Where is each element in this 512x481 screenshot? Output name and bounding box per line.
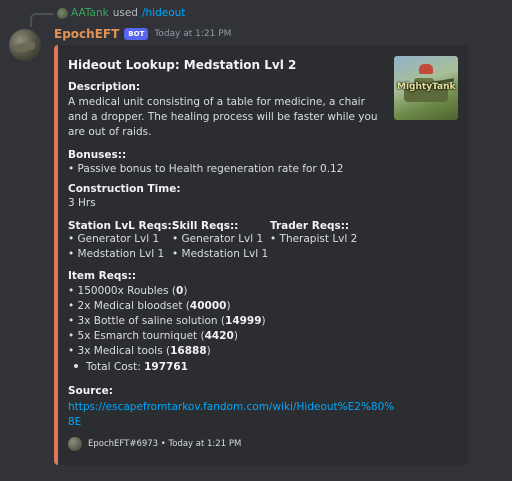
item-req-name: • 2x Medical bloodset ( [68,300,190,312]
footer-avatar-icon [68,437,82,451]
item-req-name: • 3x Medical tools ( [68,345,171,357]
reply-avatar[interactable] [57,7,68,19]
skill-req-item: • Medstation Lvl 1 [172,248,269,260]
item-req-row: • 2x Medical bloodset (40000) [68,299,266,314]
item-req-cost: 16888 [170,345,207,357]
item-req-close: ) [183,285,188,297]
item-req-row: • 150000x Roubles (0) [68,284,266,299]
item-req-close: ) [206,345,211,357]
item-req-cost: 4420 [204,330,234,342]
message-header: EpochEFT BOT Today at 1:21 PM [54,27,231,41]
bonuses-text: • Passive bonus to Health regeneration r… [68,163,344,175]
source-label: Source: [68,385,113,397]
construction-label: Construction Time: [68,183,181,195]
trader-reqs-field: Trader Reqs:: • Therapist Lvl 2 [270,220,390,247]
trader-req-item: • Therapist Lvl 2 [270,233,358,245]
embed-thumbnail[interactable]: MightyTank [394,56,458,120]
skill-req-item: • Generator Lvl 1 [172,233,264,245]
embed-title: Hideout Lookup: Medstation Lvl 2 [68,58,297,72]
reply-context[interactable]: AATank used /hideout [57,7,185,19]
reply-username[interactable]: AATank [71,7,109,19]
item-req-close: ) [226,300,231,312]
item-req-close: ) [233,330,238,342]
message-timestamp[interactable]: Today at 1:21 PM [154,29,231,39]
item-req-row: • 3x Medical tools (16888) [68,344,266,359]
thumbnail-cap [419,64,433,74]
reply-used-text: used [112,7,138,19]
station-reqs-label: Station LvL Reqs:: [68,220,176,232]
description-text: A medical unit consisting of a table for… [68,96,378,138]
skill-reqs-field: Skill Reqs:: • Generator Lvl 1 • Medstat… [172,220,272,262]
bot-tag: BOT [124,28,149,40]
trader-reqs-label: Trader Reqs:: [270,220,350,232]
embed-footer: EpochEFT#6973 • Today at 1:21 PM [68,437,241,451]
footer-text: EpochEFT#6973 • Today at 1:21 PM [88,439,242,449]
author-avatar[interactable] [9,29,41,61]
skill-reqs-label: Skill Reqs:: [172,220,239,232]
construction-value: 3 Hrs [68,197,96,209]
item-req-row: • 3x Bottle of saline solution (14999) [68,314,266,329]
source-link[interactable]: https://escapefromtarkov.fandom.com/wiki… [68,400,394,415]
station-req-item: • Medstation Lvl 1 [68,248,165,260]
station-reqs-field: Station LvL Reqs:: • Generator Lvl 1 • M… [68,220,176,262]
item-req-row: • 5x Esmarch tourniquet (4420) [68,329,266,344]
station-req-item: • Generator Lvl 1 [68,233,160,245]
reply-command[interactable]: /hideout [142,7,185,19]
total-cost-row: Total Cost: 197761 [68,360,188,375]
author-name[interactable]: EpochEFT [54,27,119,41]
item-req-cost: 40000 [189,300,227,312]
total-cost-value: 197761 [144,361,188,373]
source-link-continued[interactable]: 8E [68,415,81,430]
item-req-close: ) [261,315,266,327]
embed-card: Hideout Lookup: Medstation Lvl 2 MightyT… [54,45,468,465]
bullet-dot [74,364,78,368]
description-label: Description: [68,81,141,93]
reply-connector [30,13,54,27]
thumbnail-logo-text: MightyTank [397,82,456,92]
item-req-name: • 3x Bottle of saline solution ( [68,315,226,327]
bonuses-label: Bonuses:: [68,149,127,161]
item-reqs-list: • 150000x Roubles (0) • 2x Medical blood… [68,284,266,359]
item-req-cost: 14999 [225,315,262,327]
total-cost-label: Total Cost: [86,361,141,373]
item-req-name: • 5x Esmarch tourniquet ( [68,330,205,342]
item-reqs-label: Item Reqs:: [68,270,137,282]
item-req-name: • 150000x Roubles ( [68,285,177,297]
